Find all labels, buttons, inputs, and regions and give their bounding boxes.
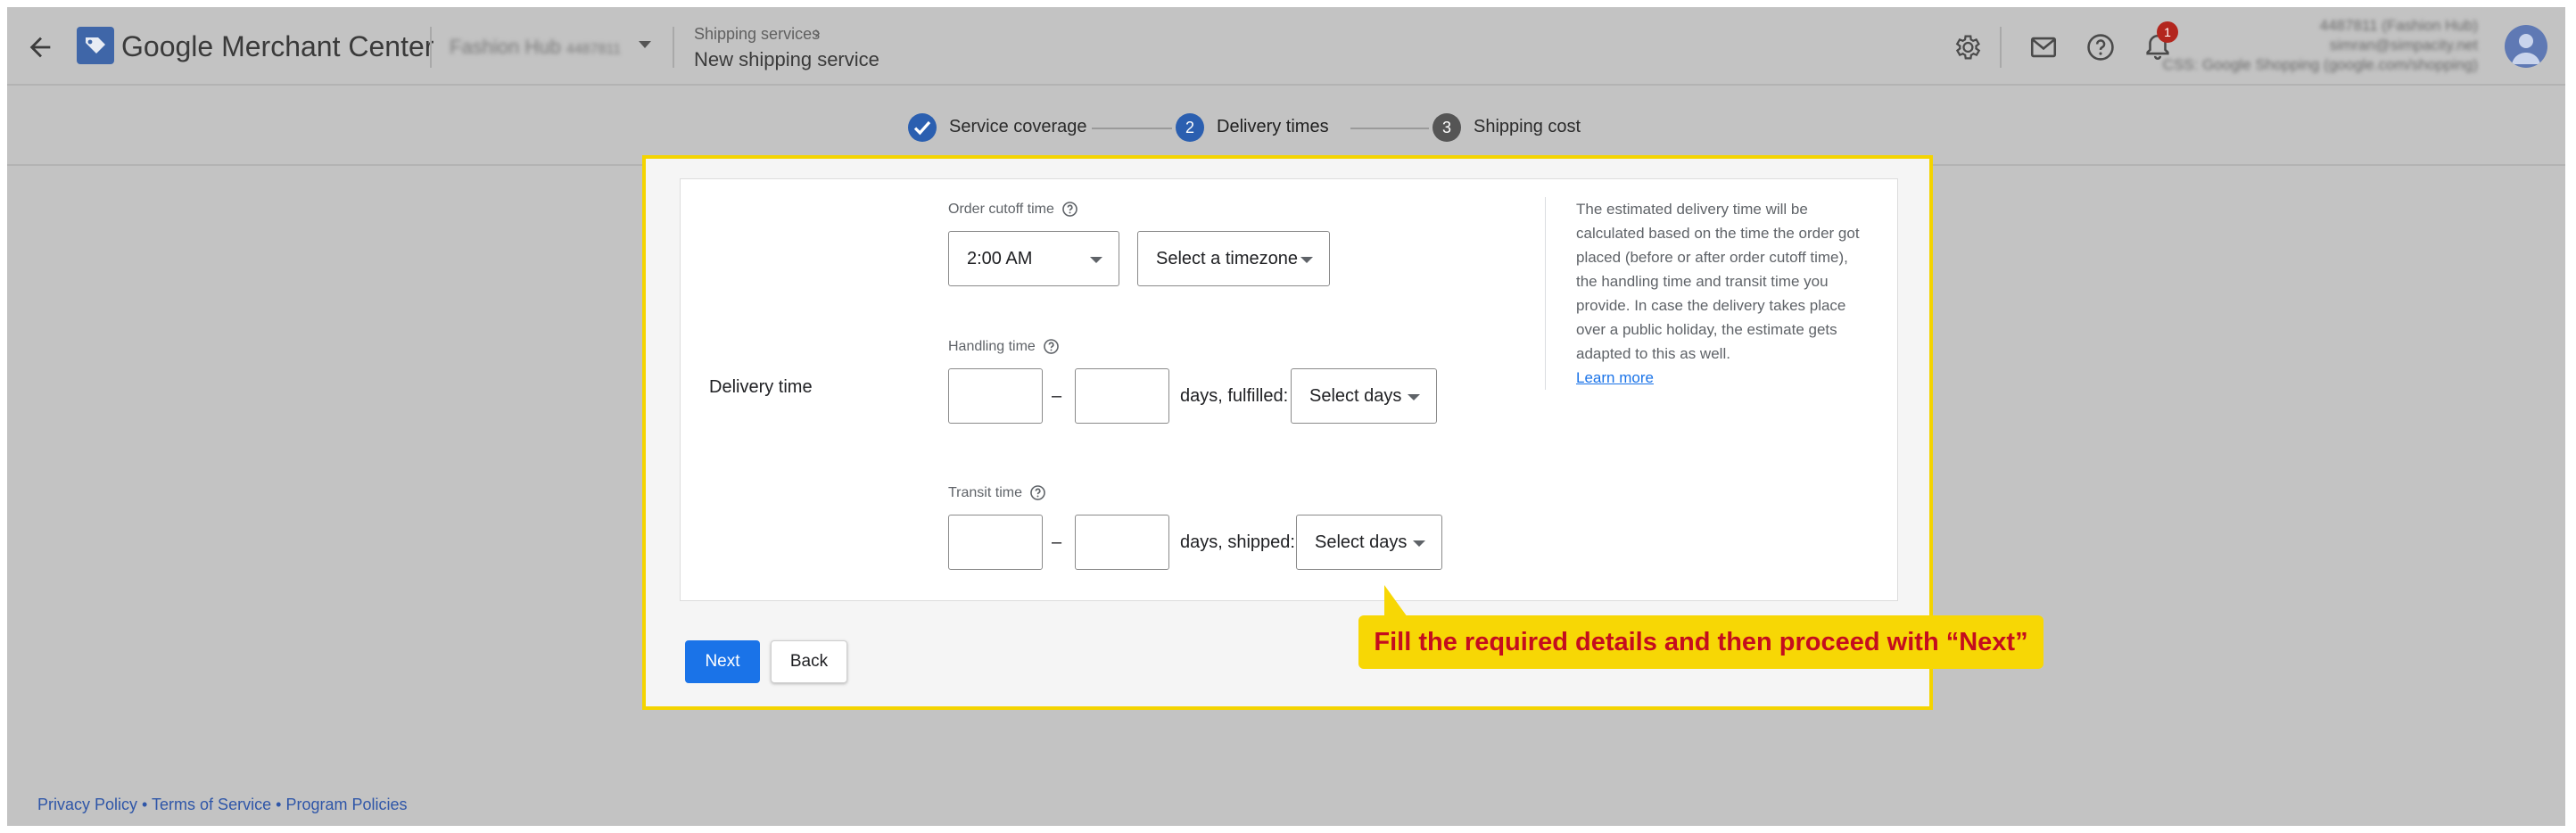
page-title: New shipping service [694,48,879,70]
transit-days-select[interactable]: Select days [1296,515,1442,570]
dropdown-caret-icon [1300,257,1313,263]
user-line: CSS: Google Shopping (google.com/shoppin… [2162,56,2478,73]
help-circle-icon[interactable] [1061,201,1078,218]
back-arrow-icon[interactable] [25,32,55,62]
transit-time-label-group: Transit time [948,484,1046,501]
header-divider [2000,27,2002,68]
delivery-time-card: Delivery time Order cutoff time 2:00 AM … [680,178,1898,601]
transit-time-min-input[interactable] [948,515,1043,570]
help-icon[interactable] [2085,32,2116,62]
timezone-select[interactable]: Select a timezone [1137,231,1330,286]
account-switcher[interactable]: Fashion Hub 4487811 [450,36,621,59]
help-circle-icon[interactable] [1043,338,1060,355]
handling-time-min-input[interactable] [948,368,1043,424]
handling-suffix-text: days, fulfilled: [1180,386,1289,406]
avatar[interactable] [2505,25,2547,68]
step-done-check-icon [908,113,937,142]
header-divider [673,27,674,68]
handling-days-select[interactable]: Select days [1291,368,1437,424]
terms-of-service-link[interactable]: Terms of Service [152,796,271,813]
step-shipping-cost[interactable]: Shipping cost [1474,117,1581,137]
step-connector [1350,128,1429,129]
chevron-down-icon[interactable] [639,41,651,48]
footer-links: Privacy Policy • Terms of Service • Prog… [37,796,407,814]
footer-separator: • [276,796,282,813]
range-dash: – [1052,532,1062,552]
user-account-info[interactable]: 4487811 (Fashion Hub) simran@simpacity.n… [2163,16,2478,75]
step-delivery-times[interactable]: Delivery times [1217,117,1329,137]
top-app-bar: Google Merchant Center Fashion Hub 44878… [7,7,2565,86]
learn-more-link[interactable]: Learn more [1576,366,1862,390]
order-cutoff-label-group: Order cutoff time [948,201,1078,218]
user-line: simran@simpacity.net [2329,37,2478,54]
range-dash: – [1052,386,1062,406]
step-service-coverage[interactable]: Service coverage [949,117,1087,137]
transit-time-label: Transit time [948,484,1022,500]
privacy-policy-link[interactable]: Privacy Policy [37,796,137,813]
transit-time-max-input[interactable] [1075,515,1169,570]
handling-days-value: Select days [1309,385,1402,406]
dropdown-caret-icon [1413,540,1425,547]
next-button[interactable]: Next [685,640,760,683]
callout-pointer [1384,585,1408,617]
order-cutoff-time-value: 2:00 AM [967,248,1033,268]
user-line: 4487811 (Fashion Hub) [2319,17,2478,34]
instruction-callout: Fill the required details and then proce… [1358,615,2043,669]
merchant-center-logo-icon [77,27,114,64]
step-number-2: 2 [1176,113,1204,142]
handling-time-label: Handling time [948,338,1036,354]
delivery-time-info: The estimated delivery time will be calc… [1576,197,1862,390]
mail-icon[interactable] [2028,32,2059,62]
app-name[interactable]: Google Merchant Center [121,30,433,63]
handling-time-max-input[interactable] [1075,368,1169,424]
account-id: 4487811 [566,42,621,57]
order-cutoff-label: Order cutoff time [948,201,1054,217]
transit-days-value: Select days [1315,532,1408,552]
gear-icon[interactable] [1952,32,1982,62]
help-circle-icon[interactable] [1029,484,1046,501]
account-name: Fashion Hub [450,36,561,58]
footer-separator: • [142,796,148,813]
breadcrumb-shipping-services[interactable]: Shipping services [694,25,820,44]
dropdown-caret-icon [1408,394,1420,400]
info-paragraph: The estimated delivery time will be calc… [1576,201,1860,362]
step-connector [1092,128,1172,129]
transit-suffix-text: days, shipped: [1180,532,1295,552]
info-divider [1545,197,1546,390]
timezone-value: Select a timezone [1156,248,1298,268]
program-policies-link[interactable]: Program Policies [285,796,407,813]
chevron-right-icon: › [814,23,821,43]
header-divider [430,27,432,68]
delivery-time-label: Delivery time [709,377,813,397]
back-button[interactable]: Back [771,640,847,683]
order-cutoff-time-select[interactable]: 2:00 AM [948,231,1119,286]
dropdown-caret-icon [1090,257,1102,263]
handling-time-label-group: Handling time [948,338,1060,355]
step-number-3: 3 [1432,113,1461,142]
